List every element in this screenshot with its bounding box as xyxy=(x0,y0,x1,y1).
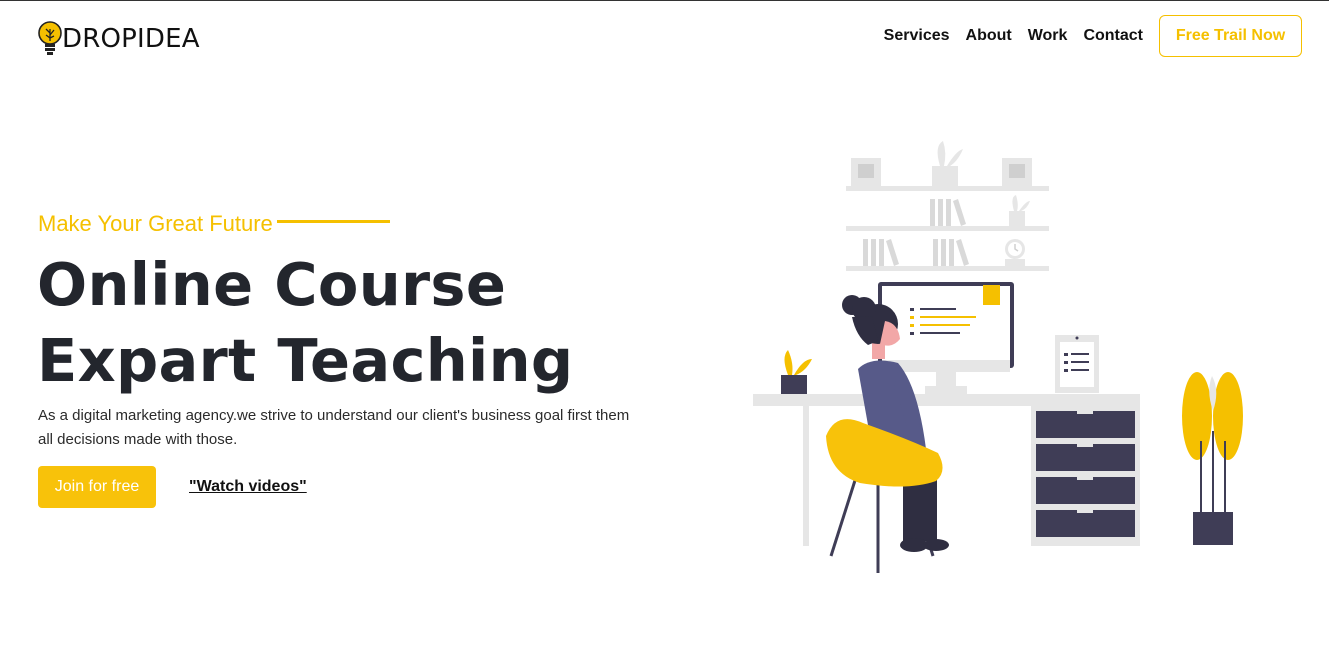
nav-link-about[interactable]: About xyxy=(966,27,1012,45)
free-trial-button[interactable]: Free Trail Now xyxy=(1159,15,1302,57)
nav-link-services[interactable]: Services xyxy=(884,27,950,45)
lightbulb-icon xyxy=(38,21,62,55)
join-free-button[interactable]: Join for free xyxy=(38,466,156,508)
woman-at-desk-illustration xyxy=(753,141,1243,573)
hero-tagline-row: Make Your Great Future xyxy=(38,211,390,237)
headline-line-2: Expart Teaching xyxy=(37,326,574,395)
desk-plant-illustration xyxy=(781,350,812,394)
headline-line-1: Online Course xyxy=(37,250,507,319)
bookshelf-illustration xyxy=(846,141,1049,271)
nav-link-contact[interactable]: Contact xyxy=(1083,27,1143,45)
watch-videos-link[interactable]: "Watch videos" xyxy=(189,478,307,496)
brand-logo[interactable]: DROPIDEA xyxy=(37,21,200,57)
tagline-underline xyxy=(276,219,390,223)
hero-headline: Online Course Expart Teaching xyxy=(37,247,573,399)
hero-tagline: Make Your Great Future xyxy=(38,211,273,236)
brand-name: DROPIDEA xyxy=(62,24,200,54)
floor-plant-illustration xyxy=(1182,372,1243,545)
main-nav: Services About Work Contact Free Trail N… xyxy=(884,15,1302,57)
nav-link-work[interactable]: Work xyxy=(1028,27,1068,45)
hero-description: As a digital marketing agency.we strive … xyxy=(38,407,630,448)
landing-page: DROPIDEA Services About Work Contact Fre… xyxy=(0,0,1329,655)
